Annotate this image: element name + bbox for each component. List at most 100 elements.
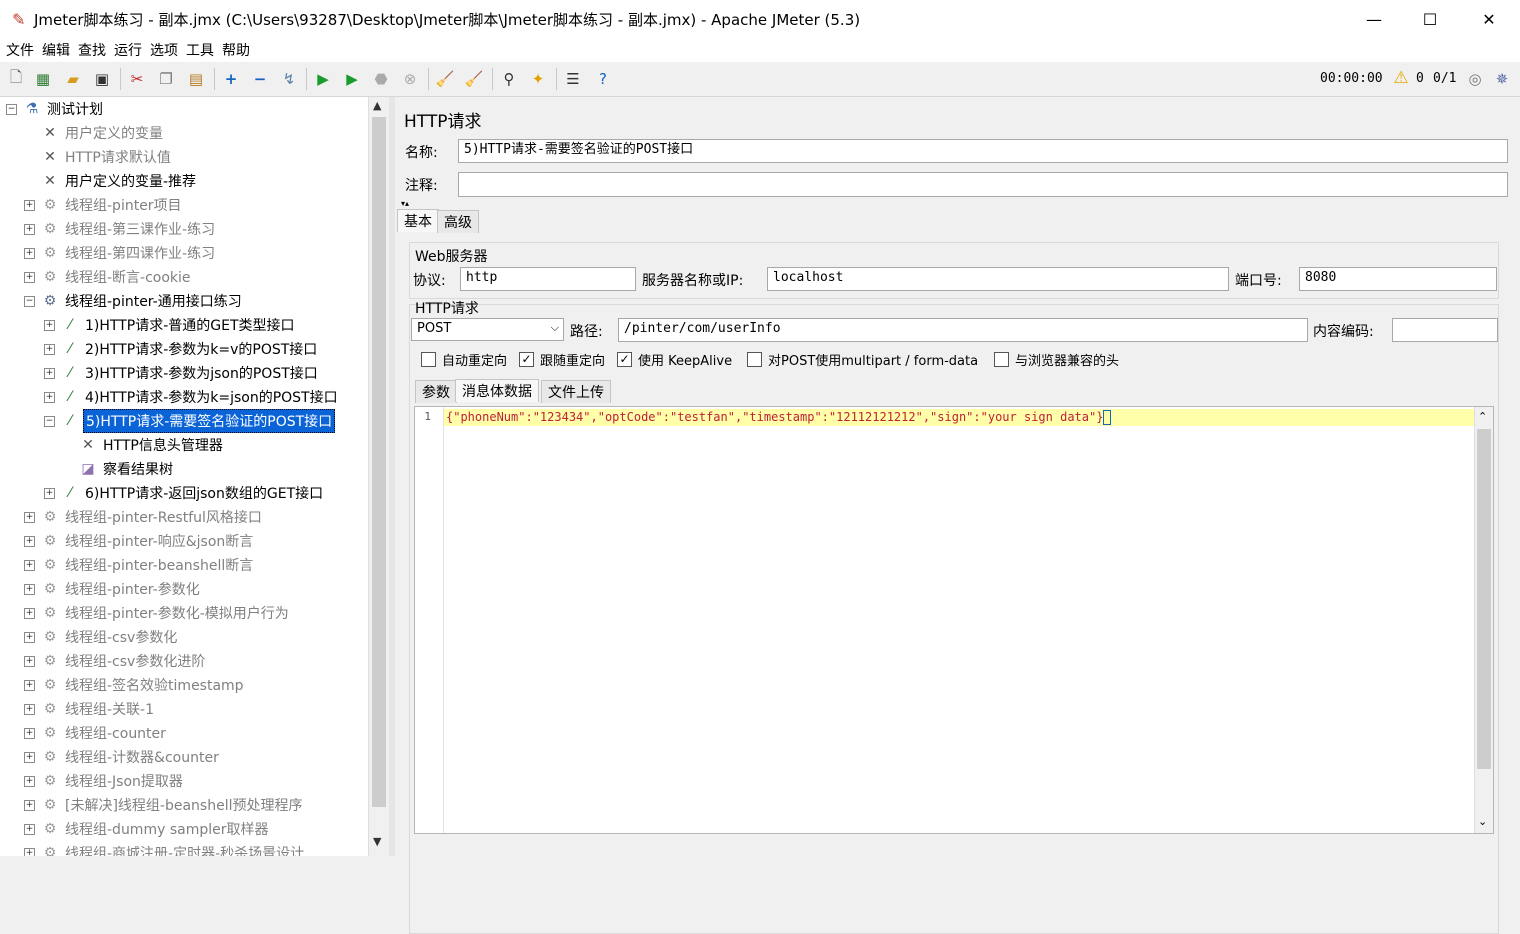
stop-icon[interactable]: ⬣: [370, 68, 392, 90]
maximize-button[interactable]: ☐: [1401, 0, 1459, 38]
expand-icon[interactable]: +: [24, 727, 35, 739]
comment-input[interactable]: [458, 172, 1508, 197]
tree-node[interactable]: + ⚙ 线程组-dummy sampler取样器: [24, 817, 270, 841]
new-icon[interactable]: 🗋: [5, 68, 27, 90]
expand-icon[interactable]: +: [44, 391, 55, 403]
subtab-body-data[interactable]: 消息体数据: [455, 379, 539, 402]
tree-scrollbar[interactable]: ▲ ▼: [368, 97, 389, 856]
tree-node[interactable]: + ⚙ 线程组-pinter项目: [24, 193, 184, 217]
expand-icon[interactable]: +: [24, 703, 35, 715]
tree-node[interactable]: + ⚙ 线程组-断言-cookie: [24, 265, 193, 289]
name-input[interactable]: 5)HTTP请求-需要签名验证的POST接口: [458, 139, 1508, 163]
search-binoculars-icon[interactable]: ⚲: [498, 68, 520, 90]
expand-icon[interactable]: +: [24, 559, 35, 571]
tree-node[interactable]: + ⚙ 线程组-pinter-参数化: [24, 577, 202, 601]
scroll-down-icon[interactable]: ▼: [373, 835, 381, 848]
templates-icon[interactable]: ▦: [32, 68, 54, 90]
tree-node[interactable]: ✕ 用户定义的变量: [24, 121, 165, 145]
tree-node[interactable]: ✕ 用户定义的变量-推荐: [24, 169, 198, 193]
tree-node[interactable]: + ⁄ 6)HTTP请求-返回json数组的GET接口: [44, 481, 325, 505]
expand-icon[interactable]: +: [24, 631, 35, 643]
tree-scroll-thumb[interactable]: [372, 117, 386, 807]
tree-node[interactable]: + ⚙ 线程组-商城注册-定时器-秒杀场景设计: [24, 841, 306, 856]
tree-node[interactable]: + ⁄ 4)HTTP请求-参数为k=json的POST接口: [44, 385, 340, 409]
expand-icon[interactable]: +: [44, 343, 55, 355]
tree-node[interactable]: − ⚙ 线程组-pinter-通用接口练习: [24, 289, 244, 313]
collapse-icon[interactable]: −: [6, 103, 17, 115]
collapse-all-icon[interactable]: −: [249, 68, 271, 90]
body-data-editor[interactable]: 1 {"phoneNum":"123434","optCode":"testfa…: [414, 406, 1494, 834]
clear-icon[interactable]: 🧹: [434, 68, 456, 90]
expand-icon[interactable]: +: [24, 823, 35, 835]
tree-node[interactable]: + ⚙ 线程组-关联-1: [24, 697, 156, 721]
expand-icon[interactable]: +: [24, 799, 35, 811]
tree-node[interactable]: + ⚙ 线程组-pinter-响应&json断言: [24, 529, 255, 553]
editor-scroll-thumb[interactable]: [1477, 429, 1491, 769]
function-helper-icon[interactable]: ☰: [562, 68, 584, 90]
menu-run[interactable]: 运行: [114, 40, 142, 60]
tree-node[interactable]: + ⚙ [未解决]线程组-beanshell预处理程序: [24, 793, 305, 817]
reset-search-icon[interactable]: ✦: [527, 68, 549, 90]
tree-node[interactable]: + ⚙ 线程组-第三课作业-练习: [24, 217, 217, 241]
tree-node[interactable]: ◪ 察看结果树: [62, 457, 175, 481]
scroll-up-icon[interactable]: ▲: [373, 99, 381, 112]
collapse-icon[interactable]: −: [44, 415, 55, 427]
option-checkbox[interactable]: ✓ 跟随重定向: [519, 350, 605, 369]
expand-icon[interactable]: +: [24, 535, 35, 547]
tree-node[interactable]: + ⚙ 线程组-签名效验timestamp: [24, 673, 246, 697]
expand-icon[interactable]: +: [24, 751, 35, 763]
method-select[interactable]: POST ⌵: [411, 318, 564, 341]
expand-icon[interactable]: +: [44, 487, 55, 499]
editor-scrollbar[interactable]: ⌃ ⌄: [1474, 407, 1493, 833]
tab-basic[interactable]: 基本: [397, 209, 439, 232]
tab-advanced[interactable]: 高级: [437, 210, 479, 233]
tree-node[interactable]: + ⚙ 线程组-pinter-Restful风格接口: [24, 505, 264, 529]
tree-node[interactable]: ✕ HTTP请求默认值: [24, 145, 173, 169]
menu-help[interactable]: 帮助: [222, 40, 250, 60]
tree-node[interactable]: + ⚙ 线程组-counter: [24, 721, 168, 745]
collapse-arrows-icon[interactable]: ▾▴: [401, 199, 409, 208]
start-icon[interactable]: ▶: [312, 68, 334, 90]
start-no-pauses-icon[interactable]: ▶: [341, 68, 363, 90]
copy-icon[interactable]: ❐: [155, 68, 177, 90]
help-icon[interactable]: ?: [592, 68, 614, 90]
menu-edit[interactable]: 编辑: [42, 40, 70, 60]
tree-node[interactable]: + ⁄ 2)HTTP请求-参数为k=v的POST接口: [44, 337, 319, 361]
tree-node[interactable]: − ⚗ 测试计划: [6, 97, 105, 121]
tree-node[interactable]: ✕ HTTP信息头管理器: [62, 433, 225, 457]
shutdown-icon[interactable]: ⊗: [399, 68, 421, 90]
option-checkbox[interactable]: 自动重定向: [421, 350, 507, 369]
expand-icon[interactable]: +: [24, 199, 35, 211]
option-checkbox[interactable]: ✓ 使用 KeepAlive: [617, 350, 732, 369]
cut-icon[interactable]: ✂: [126, 68, 148, 90]
paste-icon[interactable]: ▤: [185, 68, 207, 90]
tree-node[interactable]: + ⚙ 线程组-第四课作业-练习: [24, 241, 217, 265]
expand-icon[interactable]: +: [44, 319, 55, 331]
expand-icon[interactable]: +: [24, 223, 35, 235]
close-button[interactable]: ✕: [1460, 0, 1518, 38]
protocol-input[interactable]: http: [460, 267, 636, 291]
expand-icon[interactable]: +: [24, 607, 35, 619]
tree-node[interactable]: + ⚙ 线程组-Json提取器: [24, 769, 185, 793]
server-input[interactable]: localhost: [767, 267, 1229, 291]
expand-icon[interactable]: +: [24, 583, 35, 595]
expand-icon[interactable]: +: [24, 679, 35, 691]
minimize-button[interactable]: —: [1345, 0, 1403, 38]
tree-node[interactable]: − ⁄ 5)HTTP请求-需要签名验证的POST接口: [44, 409, 336, 433]
test-plan-tree[interactable]: − ⚗ 测试计划 ✕ 用户定义的变量 ✕ HTTP请求默认值 ✕ 用户定义的变量-推荐 + ⚙ 线程组…: [0, 97, 368, 856]
expand-icon[interactable]: +: [24, 847, 35, 856]
open-icon[interactable]: ▰: [62, 68, 84, 90]
toggle-icon[interactable]: ↯: [278, 68, 300, 90]
subtab-parameters[interactable]: 参数: [415, 380, 457, 403]
body-data-line[interactable]: {"phoneNum":"123434","optCode":"testfan"…: [444, 409, 1478, 426]
menu-tools[interactable]: 工具: [186, 40, 214, 60]
menu-file[interactable]: 文件: [6, 40, 34, 60]
option-checkbox[interactable]: 对POST使用multipart / form-data: [747, 350, 978, 369]
menu-options[interactable]: 选项: [150, 40, 178, 60]
expand-icon[interactable]: +: [24, 271, 35, 283]
clear-all-icon[interactable]: 🧹: [463, 68, 485, 90]
tree-node[interactable]: + ⚙ 线程组-csv参数化: [24, 625, 179, 649]
option-checkbox[interactable]: 与浏览器兼容的头: [994, 350, 1119, 369]
tree-node[interactable]: + ⚙ 线程组-计数器&counter: [24, 745, 221, 769]
expand-icon[interactable]: +: [44, 367, 55, 379]
